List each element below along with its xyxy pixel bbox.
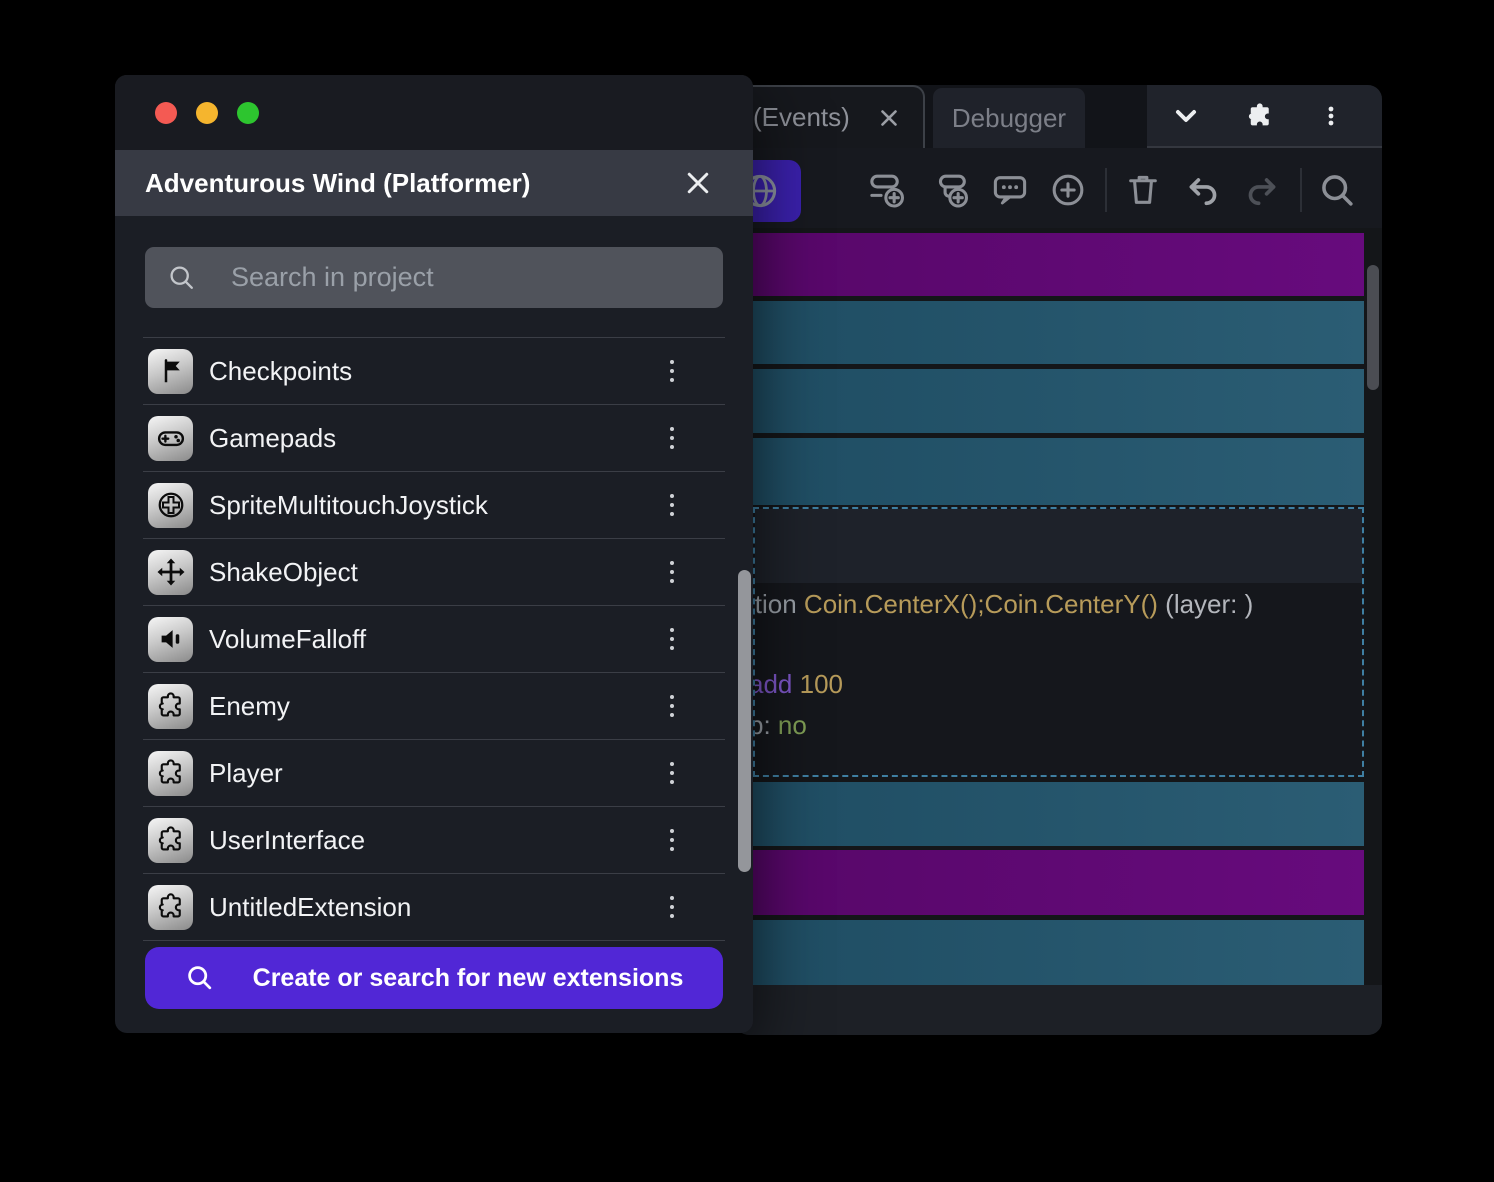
kebab-menu-icon[interactable] [663,692,681,720]
code-boolean: no [777,710,807,740]
chevron-down-icon[interactable] [1171,101,1201,131]
gamepad-icon [148,415,193,461]
event-condition-band [755,509,1362,583]
puzzle-icon [148,817,193,863]
events-sheet: ition Coin.CenterX();Coin.CenterY() (lay… [735,228,1382,1035]
move-arrows-icon [148,549,193,595]
desktop: (Events) Debugger ition Coin.CenterX();C… [0,0,1494,1182]
puzzle-icon [148,884,193,930]
list-item-label: Enemy [209,690,290,721]
code-value: 100 [799,669,843,699]
create-extension-label: Create or search for new extensions [252,963,684,992]
toolbar-divider [1300,168,1302,212]
event-action-line: ition Coin.CenterX();Coin.CenterY() (lay… [753,587,1254,621]
search-field[interactable] [145,247,723,308]
add-event-icon[interactable] [868,170,908,210]
kebab-menu-icon[interactable] [663,357,681,385]
dialog-header: Adventurous Wind (Platformer) [115,150,753,216]
list-item-player[interactable]: Player [143,740,725,807]
code-expression: Coin.CenterX();Coin.CenterY() [803,589,1158,619]
event-row[interactable] [753,369,1364,433]
list-item-userinterface[interactable]: UserInterface [143,807,725,874]
project-manager-dialog: Adventurous Wind (Platformer) Checkpoint… [115,75,753,1033]
kebab-menu-icon[interactable] [663,424,681,452]
code-plain: ition [753,589,804,619]
dialog-scrollbar-thumb[interactable] [738,570,751,872]
close-icon[interactable] [683,168,713,198]
event-row[interactable] [753,920,1364,985]
close-tab-icon[interactable] [876,105,902,131]
toolbar-divider [1105,168,1107,212]
event-row-selected[interactable]: ition Coin.CenterX();Coin.CenterY() (lay… [753,507,1364,777]
list-item-checkpoints[interactable]: Checkpoints [143,337,725,405]
code-plain: p: [755,710,771,740]
list-item-label: Gamepads [209,422,337,453]
kebab-menu-icon[interactable] [663,893,681,921]
search-icon[interactable] [1317,170,1357,210]
page-title: Adventurous Wind (Platformer) [145,167,531,198]
event-action-line: add 100 [753,667,843,701]
tab-bar: (Events) Debugger [735,85,1382,148]
editor-scrollbar-thumb[interactable] [1367,265,1379,390]
traffic-light-close-button[interactable] [155,101,177,124]
puzzle-icon [148,683,193,729]
extension-list: Checkpoints Gamepads SpriteMultitouchJoy… [143,337,725,941]
list-item-gamepads[interactable]: Gamepads [143,405,725,472]
list-item-volumefalloff[interactable]: VolumeFalloff [143,606,725,673]
list-item-label: SpriteMultitouchJoystick [209,489,488,520]
list-item-shakeobject[interactable]: ShakeObject [143,539,725,606]
list-item-untitledextension[interactable]: UntitledExtension [143,874,725,941]
event-row[interactable] [753,782,1364,846]
kebab-menu-icon[interactable] [663,491,681,519]
event-row[interactable] [753,438,1364,505]
event-action-line: p: no [755,708,807,742]
add-subevent-icon[interactable] [932,170,972,210]
list-item-label: UserInterface [209,824,366,855]
tab-events-label: (Events) [753,102,850,132]
search-icon [187,966,211,990]
add-comment-icon[interactable] [990,170,1030,210]
trash-icon[interactable] [1123,170,1163,210]
list-item-label: Checkpoints [209,355,353,386]
event-row-comment[interactable] [753,233,1364,296]
events-editor-window: (Events) Debugger ition Coin.CenterX();C… [735,85,1382,1035]
list-item-sprite-multitouch-joystick[interactable]: SpriteMultitouchJoystick [143,472,725,539]
puzzle-icon [148,750,193,796]
undo-icon[interactable] [1183,170,1223,210]
list-item-label: UntitledExtension [209,891,412,922]
kebab-menu-icon[interactable] [663,625,681,653]
create-extension-button[interactable]: Create or search for new extensions [145,947,723,1009]
redo-icon[interactable] [1242,170,1282,210]
tab-events[interactable]: (Events) [735,85,925,148]
traffic-light-minimize-button[interactable] [196,101,218,124]
tab-debugger[interactable]: Debugger [933,88,1085,148]
macos-titlebar [115,75,753,150]
search-input[interactable] [229,261,723,294]
event-row-comment[interactable] [753,850,1364,915]
kebab-menu-icon[interactable] [663,759,681,787]
code-keyword: add [753,669,800,699]
event-row[interactable] [753,301,1364,364]
kebab-menu-icon[interactable] [1319,101,1343,131]
tab-debugger-label: Debugger [951,102,1067,133]
traffic-light-zoom-button[interactable] [237,101,259,124]
list-item-label: ShakeObject [209,556,358,587]
puzzle-icon[interactable] [1245,101,1275,131]
kebab-menu-icon[interactable] [663,558,681,586]
tabbar-actions [1147,85,1382,148]
search-icon [170,265,193,289]
list-item-enemy[interactable]: Enemy [143,673,725,740]
add-circle-icon[interactable] [1048,170,1088,210]
flag-icon [148,348,193,394]
joystick-icon [148,482,193,528]
events-sheet-footer [735,985,1382,1035]
kebab-menu-icon[interactable] [663,826,681,854]
code-plain: (layer: ) [1157,589,1254,619]
list-item-label: VolumeFalloff [209,623,367,654]
volume-icon [148,616,193,662]
list-item-label: Player [209,757,283,788]
